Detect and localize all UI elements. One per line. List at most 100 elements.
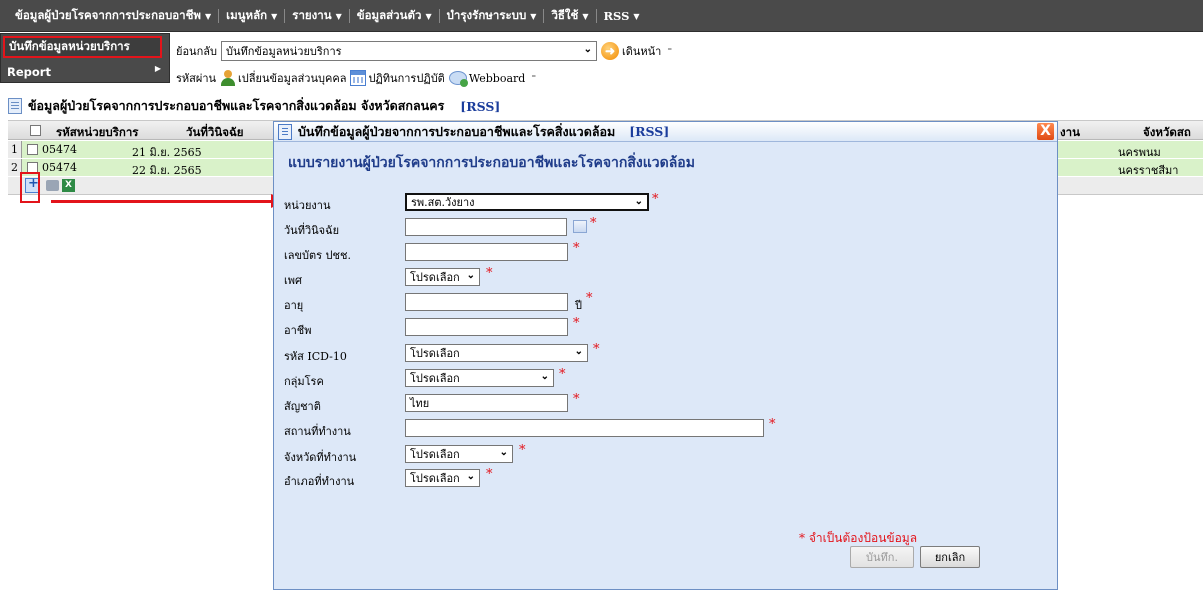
calendar-icon: [350, 70, 367, 86]
chevron-down-icon: ▼: [425, 11, 432, 21]
nationality-label: สัญชาติ: [284, 400, 321, 413]
id-card-label: เลขบัตร ปชช.: [284, 249, 351, 262]
page-select[interactable]: บันทึกข้อมูลหน่วยบริการ ⌄: [220, 41, 597, 61]
chevron-down-icon: ⌄: [583, 44, 592, 55]
chevron-down-icon: ▼: [271, 11, 278, 21]
disease-group-value: โปรดเลือก: [410, 372, 460, 385]
password-button[interactable]: รหัสผ่าน: [176, 69, 216, 87]
chevron-down-icon: ▼: [335, 11, 342, 21]
menu-reports[interactable]: รายงาน ▼: [285, 7, 348, 25]
sex-select[interactable]: โปรดเลือก ⌄: [405, 268, 480, 286]
dialog-header: บันทึกข้อมูลผู้ป่วยจากการประกอบอาชีพและโ…: [274, 122, 1057, 142]
icd-label: รหัส ICD-10: [284, 350, 347, 363]
chevron-down-icon: ⌄: [499, 447, 508, 458]
unit-label: หน่วยงาน: [284, 199, 331, 212]
diag-date-label: วันที่วินิจฉัย: [284, 224, 340, 237]
column-unit-code[interactable]: รหัสหน่วยบริการ: [56, 124, 139, 142]
chevron-down-icon: ▼: [633, 11, 640, 21]
age-unit: ปี: [575, 299, 582, 312]
workplace-label: สถานที่ทำงาน: [284, 425, 351, 438]
calendar-button[interactable]: ปฏิทินการปฏิบัติ: [350, 69, 445, 87]
work-district-label: อำเภอที่ทำงาน: [284, 475, 355, 488]
id-card-input[interactable]: [405, 243, 568, 261]
chevron-down-icon: ▼: [205, 11, 212, 21]
unit-select[interactable]: รพ.สต.วังยาง ⌄: [405, 193, 649, 211]
disease-group-select[interactable]: โปรดเลือก ⌄: [405, 369, 554, 387]
required-star: *: [590, 216, 597, 231]
required-star: *: [486, 266, 493, 281]
navigation-toolbar: ย้อนกลับ บันทึกข้อมูลหน่วยบริการ ⌄ ➜ เดิ…: [176, 40, 672, 62]
user-toolbar: รหัสผ่าน เปลี่ยนข้อมูลส่วนบุคคล ปฏิทินกา…: [176, 68, 536, 88]
workplace-input[interactable]: [405, 419, 764, 437]
menu-help[interactable]: วิธีใช้ ▼: [544, 7, 595, 25]
page-icon: [8, 98, 22, 114]
menu-main[interactable]: เมนูหลัก ▼: [219, 7, 284, 25]
save-button[interactable]: บันทึก.: [850, 546, 914, 568]
excel-icon[interactable]: X: [62, 179, 75, 192]
back-link[interactable]: ย้อนกลับ: [176, 42, 217, 60]
list-title-bar: ข้อมูลผู้ป่วยโรคจากการประกอบอาชีพและโรคจ…: [8, 94, 1203, 118]
chevron-down-icon: ⌄: [634, 196, 643, 207]
list-title: ข้อมูลผู้ป่วยโรคจากการประกอบอาชีพและโรคจ…: [28, 98, 445, 113]
icd-select[interactable]: โปรดเลือก ⌄: [405, 344, 588, 362]
toolbar-handle-icon[interactable]: ⁼: [667, 46, 672, 56]
dropdown-item-label: Report: [7, 65, 51, 79]
nationality-input[interactable]: ไทย: [405, 394, 568, 412]
dialog-rss-link[interactable]: [RSS]: [629, 124, 669, 139]
required-star: *: [486, 467, 493, 482]
print-icon[interactable]: [46, 180, 59, 191]
chevron-down-icon: ⌄: [540, 371, 549, 382]
menu-patient-data[interactable]: ข้อมูลผู้ป่วยโรคจากการประกอบอาชีพ ▼: [8, 7, 218, 25]
dialog-page-icon: [278, 123, 292, 140]
icd-select-value: โปรดเลือก: [410, 347, 460, 360]
menu-label: ข้อมูลผู้ป่วยโรคจากการประกอบอาชีพ: [15, 8, 202, 22]
required-star: *: [593, 342, 600, 357]
occupation-label: อาชีพ: [284, 324, 312, 337]
work-district-select[interactable]: โปรดเลือก ⌄: [405, 469, 480, 487]
top-menu: ข้อมูลผู้ป่วยโรคจากการประกอบอาชีพ ▼ เมนูห…: [8, 0, 647, 32]
column-work[interactable]: งาน: [1060, 124, 1080, 142]
dialog-title: บันทึกข้อมูลผู้ป่วยจากการประกอบอาชีพและโ…: [298, 123, 616, 139]
required-star: *: [519, 443, 526, 458]
menu-rss[interactable]: RSS ▼: [597, 9, 647, 23]
select-all-checkbox[interactable]: [30, 125, 41, 139]
toolbar-handle-icon[interactable]: ⁼: [531, 73, 536, 83]
chevron-down-icon: ▼: [582, 11, 589, 21]
menu-label: RSS: [603, 9, 630, 23]
column-diag-date[interactable]: วันที่วินิจฉัย: [186, 124, 244, 142]
nationality-value: ไทย: [410, 397, 430, 410]
menu-maintenance[interactable]: บำรุงรักษาระบบ ▼: [440, 7, 544, 25]
webboard-button[interactable]: Webboard: [448, 71, 525, 87]
row-unit-code: 05474: [42, 161, 77, 174]
age-input[interactable]: [405, 293, 568, 311]
work-province-select[interactable]: โปรดเลือก ⌄: [405, 445, 513, 463]
column-province[interactable]: จังหวัดสถ: [1143, 124, 1191, 142]
work-province-value: โปรดเลือก: [410, 448, 460, 461]
top-menu-bar: ข้อมูลผู้ป่วยโรคจากการประกอบอาชีพ ▼ เมนูห…: [0, 0, 1203, 32]
occupation-input[interactable]: [405, 318, 568, 336]
list-rss-link[interactable]: [RSS]: [460, 99, 500, 114]
close-icon[interactable]: X: [1037, 123, 1054, 140]
required-star: *: [652, 192, 659, 207]
dropdown-item-report[interactable]: Report ▶: [3, 62, 163, 82]
menu-label: รายงาน: [292, 8, 332, 22]
date-picker-icon[interactable]: [573, 220, 587, 233]
calendar-label: ปฏิทินการปฏิบัติ: [368, 72, 445, 85]
go-forward-label: เดินหน้า: [621, 45, 662, 58]
dropdown-item-service-unit[interactable]: บันทึกข้อมูลหน่วยบริการ: [3, 36, 162, 58]
row-checkbox[interactable]: [27, 144, 38, 158]
change-personal-button[interactable]: เปลี่ยนข้อมูลส่วนบุคคล: [220, 69, 346, 87]
row-number: 1: [8, 141, 22, 158]
dropdown-item-label: บันทึกข้อมูลหน่วยบริการ: [9, 39, 130, 53]
add-record-highlight: [20, 172, 40, 203]
menu-label: ข้อมูลส่วนตัว: [356, 8, 422, 22]
sex-select-value: โปรดเลือก: [410, 271, 460, 284]
go-forward-button[interactable]: ➜ เดินหน้า: [600, 42, 662, 60]
page-select-value: บันทึกข้อมูลหน่วยบริการ: [225, 45, 342, 58]
person-icon: [220, 70, 236, 86]
menu-personal[interactable]: ข้อมูลส่วนตัว ▼: [350, 7, 439, 25]
chevron-down-icon: ⌄: [574, 346, 583, 357]
cancel-button[interactable]: ยกเลิก: [920, 546, 980, 568]
diag-date-input[interactable]: [405, 218, 567, 236]
required-star: *: [573, 241, 580, 256]
